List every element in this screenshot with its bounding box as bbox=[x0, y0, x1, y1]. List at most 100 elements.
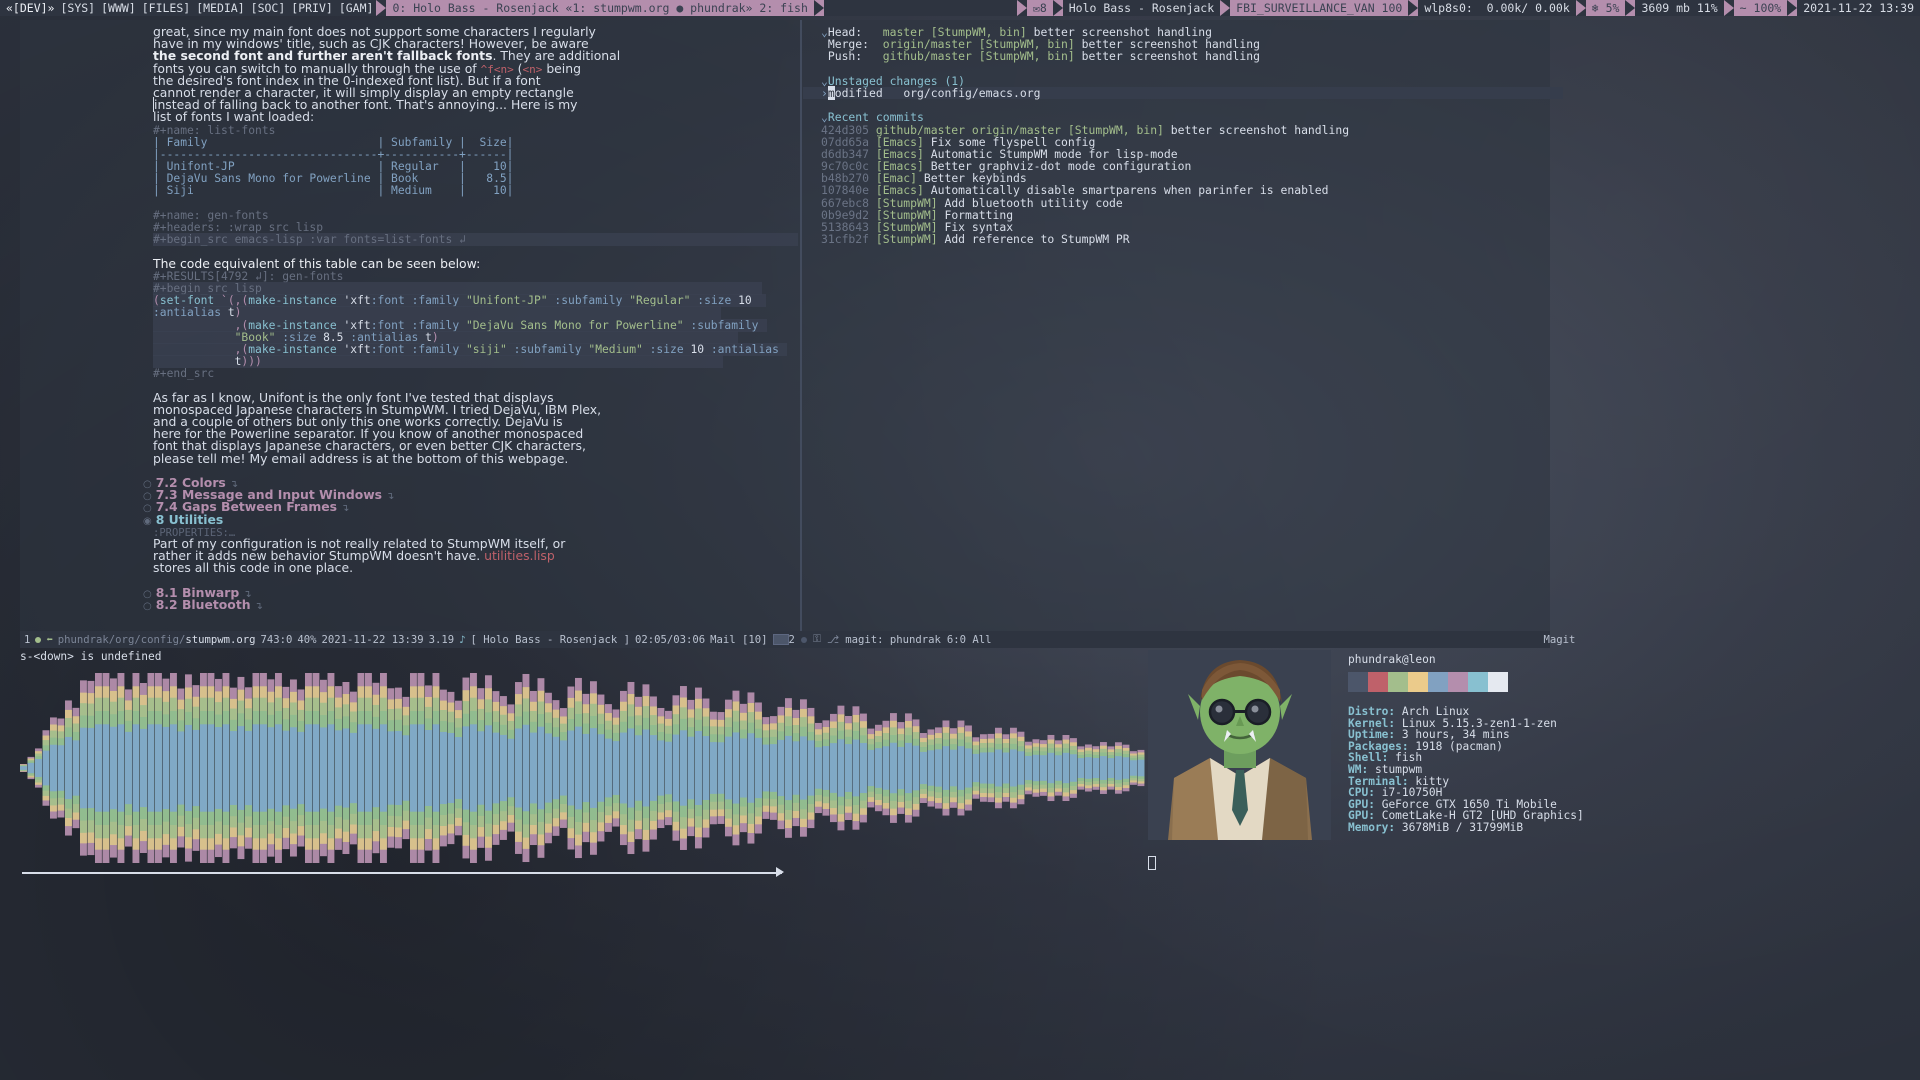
palette-swatch-1 bbox=[1368, 672, 1388, 692]
org-line bbox=[33, 574, 798, 586]
stumpwm-mode-line: «[DEV]» [SYS] [WWW] [FILES] [MEDIA] [SOC] [PRI… bbox=[0, 0, 1920, 16]
org-line: #+headers: :wrap src lisp bbox=[153, 221, 324, 234]
org-heading[interactable]: ○ 7.2 Colors ↴ bbox=[33, 476, 798, 490]
panel-spacer bbox=[823, 0, 1017, 16]
modeline-magit-position: 6:0 All bbox=[946, 633, 992, 646]
org-heading[interactable]: ○ 7.4 Gaps Between Frames ↴ bbox=[33, 501, 798, 515]
workspace-5[interactable]: [SOC] bbox=[248, 1, 289, 15]
palette-swatch-4 bbox=[1428, 672, 1448, 692]
git-branch-icon: ⎇ bbox=[827, 633, 840, 646]
org-line: instead of falling back to another font.… bbox=[153, 97, 578, 113]
modeline-scroll-indicator bbox=[772, 634, 789, 645]
neofetch-panel: phundrak@leon Distro: Arch Linux Kernel: … bbox=[1148, 650, 1910, 870]
workspace-6[interactable]: [PRIV] bbox=[288, 1, 336, 15]
workspace-3[interactable]: [FILES] bbox=[139, 1, 193, 15]
collapsed-arrow-icon: ↴ bbox=[341, 503, 350, 515]
workspace-1[interactable]: [SYS] bbox=[57, 1, 98, 15]
palette-swatch-7 bbox=[1488, 672, 1508, 692]
org-heading[interactable]: ○ 8.2 Bluetooth ↴ bbox=[33, 597, 798, 612]
workspace-2[interactable]: [WWW] bbox=[98, 1, 139, 15]
emacs-minibuffer: s-<down> is undefined bbox=[20, 650, 162, 663]
modeline-back-icon[interactable]: ⬅ bbox=[46, 634, 52, 646]
wifi-separator-right bbox=[1408, 0, 1419, 16]
memory-indicator: 3609 mb 11% bbox=[1635, 0, 1724, 16]
org-line bbox=[33, 197, 798, 209]
org-line: | DejaVu Sans Mono for Powerline | Book … bbox=[153, 172, 514, 186]
mail-separator-left bbox=[1016, 0, 1027, 16]
neofetch-row: Memory: 3678MiB / 31799MiB bbox=[1348, 822, 1584, 834]
org-line: ,(make-instance 'xft:font :family "siji"… bbox=[33, 342, 798, 356]
modeline-music-time: 02:05/03:06 bbox=[634, 633, 706, 646]
magit-line: 31cfb2f [StumpWM] Add reference to Stump… bbox=[821, 232, 1130, 247]
modeline-buffer-path[interactable]: phundrak/org/config/stumpwm.org bbox=[58, 634, 256, 646]
modeline-version: 3.19 bbox=[428, 633, 455, 646]
heading-bullet-icon: ○ bbox=[143, 503, 152, 515]
now-playing[interactable]: Holo Bass - Rosenjack bbox=[1062, 0, 1221, 16]
modeline-percent: 40% bbox=[297, 633, 317, 646]
modeline-window-number: 1 bbox=[24, 633, 31, 646]
org-heading[interactable]: ○ 8.1 Binwarp ↴ bbox=[33, 586, 798, 600]
org-line: #+end_src bbox=[153, 367, 215, 381]
cpu-indicator[interactable]: ❄ 5% bbox=[1585, 0, 1626, 16]
org-heading-label[interactable]: 8.2 Bluetooth bbox=[156, 597, 251, 612]
network-rates: 0.00k/ 0.00k bbox=[1486, 1, 1570, 15]
battery-indicator[interactable]: ~ 100% bbox=[1733, 0, 1788, 16]
powerline-separator-left bbox=[376, 0, 387, 16]
org-buffer[interactable]: great, since my main font does not suppo… bbox=[33, 20, 798, 637]
network-iface: wlp8s0: 0.00k/ 0.00k bbox=[1418, 0, 1576, 16]
visualizer-baseline bbox=[22, 872, 782, 874]
neofetch-info: Distro: Arch Linux Kernel: Linux 5.15.3-z… bbox=[1348, 706, 1584, 834]
wifi-ssid[interactable]: FBI_SURVEILLANCE_VAN 100 bbox=[1230, 0, 1409, 16]
org-heading[interactable]: ○ 7.3 Message and Input Windows ↴ bbox=[33, 488, 798, 503]
org-heading[interactable]: ◉ 8 Utilities bbox=[33, 512, 798, 527]
magit-buffer[interactable]: ⌄Head: master [StumpWM, bin] better scre… bbox=[803, 20, 1563, 637]
org-line: list of fonts I want loaded: bbox=[153, 109, 315, 125]
music-note-icon: ♪ bbox=[459, 633, 466, 646]
lock-icon: ⚿ bbox=[812, 633, 821, 645]
workspace-group-list[interactable]: «[DEV]» [SYS] [WWW] [FILES] [MEDIA] [SOC] [PRI… bbox=[0, 0, 376, 16]
org-line: ,(make-instance 'xft:font :family "DejaV… bbox=[33, 318, 798, 332]
palette-swatch-6 bbox=[1468, 672, 1488, 692]
workspace-0[interactable]: «[DEV]» bbox=[3, 1, 57, 15]
org-heading-label[interactable]: 8 Utilities bbox=[156, 512, 224, 527]
emacs-window[interactable]: great, since my main font does not suppo… bbox=[20, 20, 1575, 648]
visualizer-arrow-icon bbox=[776, 867, 784, 877]
battery-separator-left bbox=[1723, 0, 1734, 16]
modeline-music[interactable]: [ Holo Bass - Rosenjack ] bbox=[471, 634, 630, 646]
org-line: | Siji | Medium | 10| bbox=[153, 184, 514, 198]
modeline-major-mode: Magit bbox=[1543, 633, 1576, 646]
modeline-right-window-number: 2 bbox=[788, 633, 795, 646]
org-line: :antialias t) bbox=[33, 306, 798, 320]
heading-bullet-icon: ◉ bbox=[143, 515, 152, 527]
org-line: | Unifont-JP | Regular | 10| bbox=[153, 160, 514, 174]
org-line: #+name: gen-fonts bbox=[153, 208, 269, 222]
wifi-separator-left bbox=[1220, 0, 1231, 16]
terminal-cursor bbox=[1148, 856, 1156, 870]
org-line: #+begin_src emacs-lisp :var fonts=list-f… bbox=[33, 233, 798, 247]
workspace-7[interactable]: [GAM] bbox=[336, 1, 377, 15]
modeline-magit-buffer[interactable]: magit: phundrak bbox=[845, 634, 941, 646]
powerline-separator-right bbox=[813, 0, 824, 16]
mail-count: 8 bbox=[1039, 1, 1047, 15]
modeline-right-status-dot bbox=[800, 636, 807, 643]
window-divider bbox=[800, 20, 802, 631]
org-line: #+name: list-fonts bbox=[153, 123, 276, 137]
collapsed-arrow-icon: ↴ bbox=[386, 491, 395, 503]
org-link: utilities.lisp bbox=[484, 548, 555, 564]
neofetch-key: Memory: bbox=[1348, 820, 1396, 834]
org-line: t))) bbox=[33, 355, 798, 369]
org-line bbox=[33, 465, 798, 477]
palette-swatch-3 bbox=[1408, 672, 1428, 692]
org-line: |--------------------------------+------… bbox=[153, 147, 514, 161]
modeline-date: 2021-11-22 13:39 bbox=[321, 633, 424, 646]
magit-line: ›modified org/config/emacs.org bbox=[803, 85, 1563, 100]
window-list[interactable]: 0: Holo Bass - Rosenjack «1: stumpwm.org… bbox=[386, 0, 814, 16]
modeline-mail[interactable]: Mail [10] bbox=[710, 634, 767, 646]
heading-bullet-icon: ○ bbox=[143, 600, 152, 612]
palette-swatch-2 bbox=[1388, 672, 1408, 692]
workspace-4[interactable]: [MEDIA] bbox=[193, 1, 247, 15]
color-palette bbox=[1348, 672, 1508, 692]
org-line: stores all this code in one place. bbox=[153, 560, 354, 576]
mail-indicator[interactable]: ✉8 bbox=[1026, 0, 1053, 16]
org-line: please tell me! My email address is at t… bbox=[153, 450, 569, 466]
